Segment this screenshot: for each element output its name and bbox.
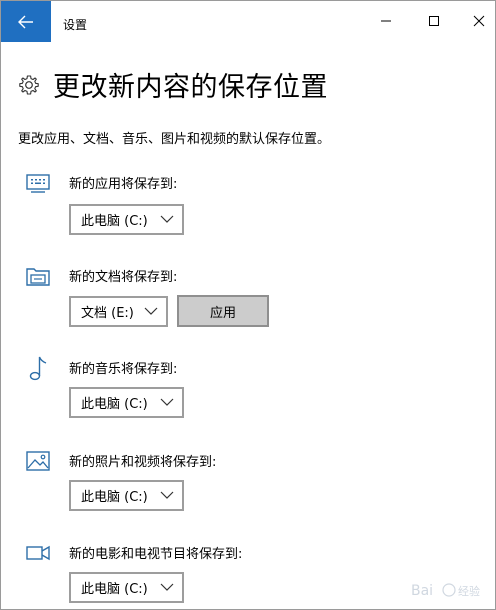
title-bar: 设置 bbox=[1, 1, 495, 51]
chevron-down-icon bbox=[160, 583, 174, 591]
documents-drive-icon bbox=[26, 268, 50, 286]
video-camera-icon bbox=[26, 545, 50, 561]
page-description: 更改应用、文档、音乐、图片和视频的默认保存位置。 bbox=[18, 132, 331, 147]
photos-location-value: 此电脑 (C:) bbox=[81, 490, 148, 505]
minimize-button[interactable] bbox=[371, 11, 401, 31]
back-arrow-icon bbox=[18, 15, 33, 28]
photos-save-section: 新的照片和视频将保存到: 此电脑 (C:) bbox=[1, 447, 495, 517]
chevron-down-icon bbox=[160, 398, 174, 406]
baidu-watermark-logo: Bai 经验 bbox=[409, 579, 489, 605]
close-icon bbox=[473, 15, 485, 27]
movies-location-value: 此电脑 (C:) bbox=[81, 582, 148, 597]
page-title: 更改新内容的保存位置 bbox=[53, 72, 328, 103]
movies-save-label: 新的电影和电视节目将保存到: bbox=[69, 547, 243, 562]
apps-save-label: 新的应用将保存到: bbox=[69, 177, 178, 192]
music-save-label: 新的音乐将保存到: bbox=[69, 362, 178, 377]
maximize-button[interactable] bbox=[419, 11, 449, 31]
settings-window: 设置 更改新内容的保存位置 更改应用、文档、音乐、图片和视频的默认保存位置。 新… bbox=[0, 0, 496, 610]
maximize-icon bbox=[429, 16, 439, 26]
gear-icon bbox=[19, 74, 39, 95]
music-note-icon bbox=[29, 356, 47, 381]
documents-save-label: 新的文档将保存到: bbox=[69, 270, 178, 285]
documents-location-dropdown[interactable]: 文档 (E:) bbox=[69, 296, 168, 327]
page-header: 更改新内容的保存位置 bbox=[18, 65, 328, 104]
photos-save-label: 新的照片和视频将保存到: bbox=[69, 455, 217, 470]
apply-button[interactable]: 应用 bbox=[177, 295, 269, 327]
svg-text:Bai: Bai bbox=[411, 583, 433, 599]
monitor-icon bbox=[26, 174, 50, 193]
watermark-logo-icon: Bai 经验 bbox=[411, 583, 480, 599]
music-save-section: 新的音乐将保存到: 此电脑 (C:) bbox=[1, 354, 495, 424]
movies-location-dropdown[interactable]: 此电脑 (C:) bbox=[69, 572, 184, 603]
apps-save-section: 新的应用将保存到: 此电脑 (C:) bbox=[1, 169, 495, 239]
documents-location-value: 文档 (E:) bbox=[81, 306, 134, 321]
apps-location-value: 此电脑 (C:) bbox=[81, 214, 148, 229]
chevron-down-icon bbox=[160, 491, 174, 499]
music-location-value: 此电脑 (C:) bbox=[81, 397, 148, 412]
back-button[interactable] bbox=[1, 1, 51, 42]
documents-save-section: 新的文档将保存到: 文档 (E:) 应用 bbox=[1, 262, 495, 332]
chevron-down-icon bbox=[144, 307, 158, 315]
apps-location-dropdown[interactable]: 此电脑 (C:) bbox=[69, 204, 184, 235]
minimize-icon bbox=[381, 20, 391, 22]
chevron-down-icon bbox=[160, 215, 174, 223]
svg-text:经验: 经验 bbox=[458, 584, 480, 598]
music-location-dropdown[interactable]: 此电脑 (C:) bbox=[69, 387, 184, 418]
picture-icon bbox=[26, 451, 50, 471]
close-button[interactable] bbox=[464, 11, 494, 31]
window-title: 设置 bbox=[63, 18, 88, 32]
photos-location-dropdown[interactable]: 此电脑 (C:) bbox=[69, 480, 184, 511]
